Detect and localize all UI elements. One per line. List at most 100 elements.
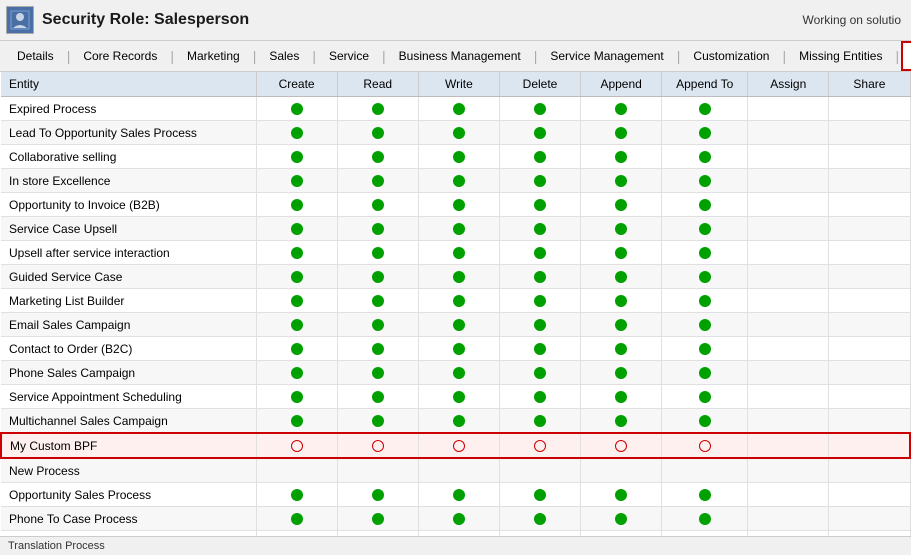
- write-cell[interactable]: [418, 361, 499, 385]
- read-cell[interactable]: [337, 241, 418, 265]
- append-cell[interactable]: [581, 337, 662, 361]
- append-cell[interactable]: [581, 409, 662, 434]
- assign-cell[interactable]: [748, 507, 829, 531]
- assign-cell[interactable]: [748, 289, 829, 313]
- read-cell[interactable]: [337, 337, 418, 361]
- write-cell[interactable]: [418, 507, 499, 531]
- tab-business-management[interactable]: Business Management: [388, 42, 532, 70]
- assign-cell[interactable]: [748, 97, 829, 121]
- write-cell[interactable]: [418, 289, 499, 313]
- share-cell[interactable]: [829, 121, 910, 145]
- delete-cell[interactable]: [499, 361, 580, 385]
- read-cell[interactable]: [337, 385, 418, 409]
- create-cell[interactable]: [256, 409, 337, 434]
- appendTo-cell[interactable]: [662, 241, 748, 265]
- append-cell[interactable]: [581, 458, 662, 483]
- appendTo-cell[interactable]: [662, 289, 748, 313]
- create-cell[interactable]: [256, 507, 337, 531]
- tab-marketing[interactable]: Marketing: [176, 42, 251, 70]
- share-cell[interactable]: [829, 409, 910, 434]
- tab-business-process-flows[interactable]: Business Process Flows: [901, 41, 911, 71]
- write-cell[interactable]: [418, 483, 499, 507]
- append-cell[interactable]: [581, 361, 662, 385]
- create-cell[interactable]: [256, 337, 337, 361]
- appendTo-cell[interactable]: [662, 483, 748, 507]
- appendTo-cell[interactable]: [662, 507, 748, 531]
- read-cell[interactable]: [337, 361, 418, 385]
- read-cell[interactable]: [337, 121, 418, 145]
- assign-cell[interactable]: [748, 385, 829, 409]
- read-cell[interactable]: [337, 313, 418, 337]
- delete-cell[interactable]: [499, 241, 580, 265]
- read-cell[interactable]: [337, 458, 418, 483]
- append-cell[interactable]: [581, 385, 662, 409]
- assign-cell[interactable]: [748, 409, 829, 434]
- assign-cell[interactable]: [748, 361, 829, 385]
- create-cell[interactable]: [256, 433, 337, 458]
- delete-cell[interactable]: [499, 313, 580, 337]
- create-cell[interactable]: [256, 169, 337, 193]
- delete-cell[interactable]: [499, 289, 580, 313]
- write-cell[interactable]: [418, 337, 499, 361]
- appendTo-cell[interactable]: [662, 313, 748, 337]
- share-cell[interactable]: [829, 265, 910, 289]
- write-cell[interactable]: [418, 217, 499, 241]
- delete-cell[interactable]: [499, 385, 580, 409]
- write-cell[interactable]: [418, 121, 499, 145]
- write-cell[interactable]: [418, 241, 499, 265]
- append-cell[interactable]: [581, 97, 662, 121]
- delete-cell[interactable]: [499, 507, 580, 531]
- read-cell[interactable]: [337, 289, 418, 313]
- share-cell[interactable]: [829, 217, 910, 241]
- assign-cell[interactable]: [748, 458, 829, 483]
- tab-core-records[interactable]: Core Records: [72, 42, 168, 70]
- delete-cell[interactable]: [499, 409, 580, 434]
- tab-service[interactable]: Service: [318, 42, 380, 70]
- share-cell[interactable]: [829, 193, 910, 217]
- append-cell[interactable]: [581, 217, 662, 241]
- read-cell[interactable]: [337, 217, 418, 241]
- write-cell[interactable]: [418, 193, 499, 217]
- delete-cell[interactable]: [499, 145, 580, 169]
- tab-details[interactable]: Details: [6, 42, 65, 70]
- assign-cell[interactable]: [748, 217, 829, 241]
- write-cell[interactable]: [418, 169, 499, 193]
- read-cell[interactable]: [337, 169, 418, 193]
- delete-cell[interactable]: [499, 265, 580, 289]
- delete-cell[interactable]: [499, 483, 580, 507]
- delete-cell[interactable]: [499, 97, 580, 121]
- read-cell[interactable]: [337, 145, 418, 169]
- create-cell[interactable]: [256, 265, 337, 289]
- share-cell[interactable]: [829, 433, 910, 458]
- delete-cell[interactable]: [499, 433, 580, 458]
- delete-cell[interactable]: [499, 169, 580, 193]
- share-cell[interactable]: [829, 361, 910, 385]
- delete-cell[interactable]: [499, 121, 580, 145]
- delete-cell[interactable]: [499, 337, 580, 361]
- write-cell[interactable]: [418, 145, 499, 169]
- write-cell[interactable]: [418, 313, 499, 337]
- append-cell[interactable]: [581, 121, 662, 145]
- create-cell[interactable]: [256, 145, 337, 169]
- append-cell[interactable]: [581, 169, 662, 193]
- write-cell[interactable]: [418, 458, 499, 483]
- appendTo-cell[interactable]: [662, 217, 748, 241]
- delete-cell[interactable]: [499, 458, 580, 483]
- assign-cell[interactable]: [748, 483, 829, 507]
- delete-cell[interactable]: [499, 217, 580, 241]
- append-cell[interactable]: [581, 507, 662, 531]
- appendTo-cell[interactable]: [662, 145, 748, 169]
- assign-cell[interactable]: [748, 241, 829, 265]
- create-cell[interactable]: [256, 313, 337, 337]
- appendTo-cell[interactable]: [662, 458, 748, 483]
- assign-cell[interactable]: [748, 433, 829, 458]
- write-cell[interactable]: [418, 385, 499, 409]
- appendTo-cell[interactable]: [662, 169, 748, 193]
- append-cell[interactable]: [581, 145, 662, 169]
- write-cell[interactable]: [418, 433, 499, 458]
- append-cell[interactable]: [581, 483, 662, 507]
- tab-sales[interactable]: Sales: [258, 42, 310, 70]
- share-cell[interactable]: [829, 289, 910, 313]
- append-cell[interactable]: [581, 433, 662, 458]
- assign-cell[interactable]: [748, 145, 829, 169]
